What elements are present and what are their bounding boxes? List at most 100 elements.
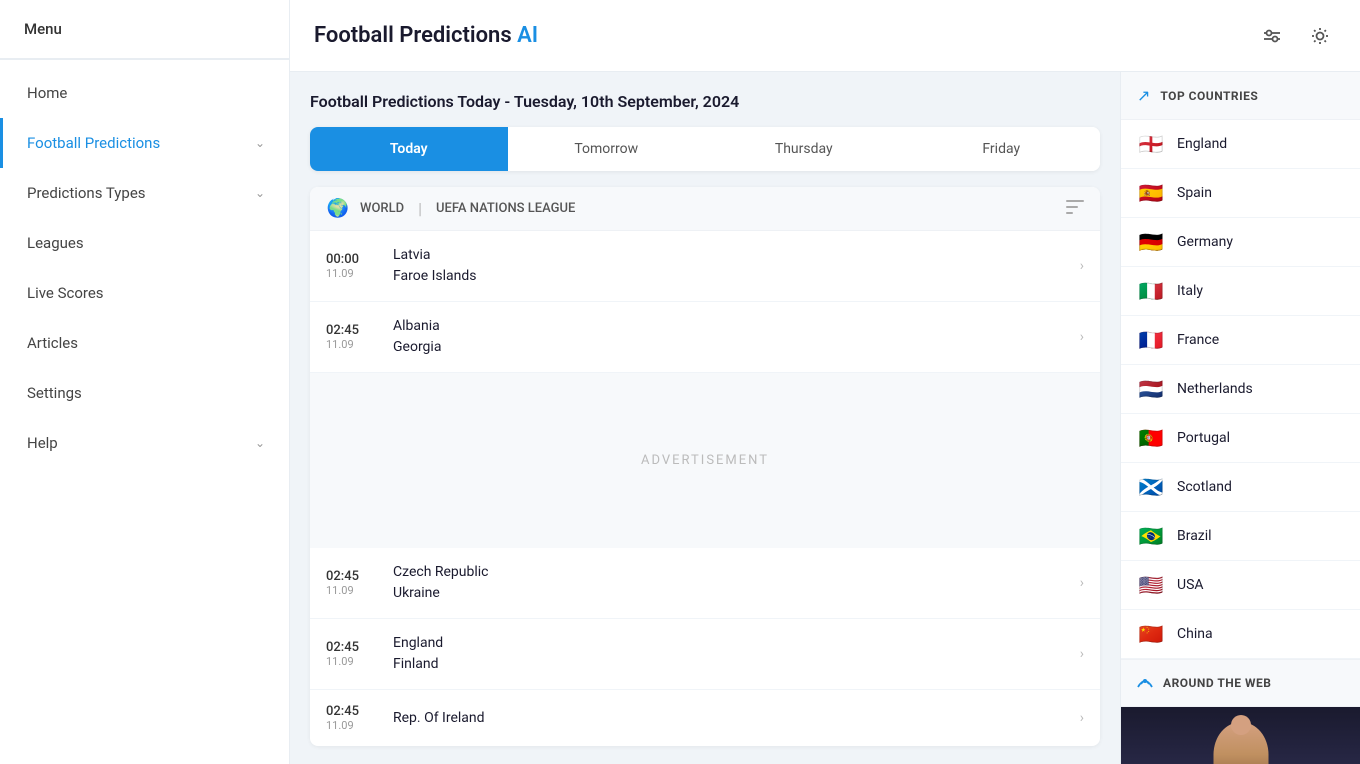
match-teams: Czech Republic Ukraine bbox=[381, 562, 1080, 604]
match-row[interactable]: 00:00 11.09 Latvia Faroe Islands › bbox=[310, 231, 1100, 302]
league-header: 🌍 WORLD | UEFA NATIONS LEAGUE bbox=[310, 187, 1100, 231]
match-time: 02:45 11.09 bbox=[326, 704, 381, 732]
tab-today[interactable]: Today bbox=[310, 127, 508, 171]
match-row[interactable]: 02:45 11.09 Albania Georgia › bbox=[310, 302, 1100, 373]
app-title-text: Football Predictions bbox=[314, 23, 512, 48]
country-item-netherlands[interactable]: 🇳🇱 Netherlands bbox=[1121, 365, 1360, 414]
brazil-name: Brazil bbox=[1177, 528, 1212, 544]
filter-lines-icon bbox=[1066, 199, 1084, 218]
country-item-france[interactable]: 🇫🇷 France bbox=[1121, 316, 1360, 365]
team1-name: England bbox=[393, 633, 1068, 654]
app-title: Football Predictions AI bbox=[314, 23, 538, 48]
league-flag: 🌍 bbox=[326, 201, 350, 217]
country-list: 🏴󠁧󠁢󠁥󠁮󠁧󠁿 England 🇪🇸 Spain 🇩🇪 Germany 🇮🇹 I… bbox=[1121, 120, 1360, 659]
spain-name: Spain bbox=[1177, 185, 1212, 201]
main-content: Football Predictions AI bbox=[290, 0, 1360, 764]
predictions-types-chevron: ⌄ bbox=[255, 186, 265, 200]
day-tabs: Today Tomorrow Thursday Friday bbox=[310, 127, 1100, 171]
country-item-england[interactable]: 🏴󠁧󠁢󠁥󠁮󠁧󠁿 England bbox=[1121, 120, 1360, 169]
filter-icon[interactable] bbox=[1256, 20, 1288, 52]
match-date: 11.09 bbox=[326, 338, 381, 351]
country-item-germany[interactable]: 🇩🇪 Germany bbox=[1121, 218, 1360, 267]
football-predictions-label: Football Predictions bbox=[27, 134, 160, 152]
menu-header: Menu bbox=[0, 0, 289, 59]
italy-name: Italy bbox=[1177, 283, 1203, 299]
italy-flag: 🇮🇹 bbox=[1137, 279, 1165, 303]
match-teams: England Finland bbox=[381, 633, 1080, 675]
match-row[interactable]: 02:45 11.09 England Finland › bbox=[310, 619, 1100, 690]
france-name: France bbox=[1177, 332, 1219, 348]
articles-label: Articles bbox=[27, 334, 78, 352]
france-flag: 🇫🇷 bbox=[1137, 328, 1165, 352]
around-web-title: AROUND THE WEB bbox=[1163, 676, 1271, 690]
leagues-label: Leagues bbox=[27, 234, 84, 252]
country-item-portugal[interactable]: 🇵🇹 Portugal bbox=[1121, 414, 1360, 463]
match-arrow-icon: › bbox=[1080, 575, 1084, 591]
match-date: 11.09 bbox=[326, 584, 381, 597]
predictions-types-label: Predictions Types bbox=[27, 184, 146, 202]
sidebar: Menu Home Football Predictions ⌄ Predict… bbox=[0, 0, 290, 764]
league-competition: UEFA NATIONS LEAGUE bbox=[436, 201, 575, 216]
match-arrow-icon: › bbox=[1080, 710, 1084, 726]
sidebar-item-football-predictions[interactable]: Football Predictions ⌄ bbox=[0, 118, 289, 168]
portugal-flag: 🇵🇹 bbox=[1137, 426, 1165, 450]
tab-friday[interactable]: Friday bbox=[903, 127, 1101, 171]
match-row[interactable]: 02:45 11.09 Czech Republic Ukraine › bbox=[310, 548, 1100, 619]
league-section: 🌍 WORLD | UEFA NATIONS LEAGUE bbox=[310, 187, 1100, 746]
tab-tomorrow[interactable]: Tomorrow bbox=[508, 127, 706, 171]
football-predictions-chevron: ⌄ bbox=[255, 136, 265, 150]
germany-name: Germany bbox=[1177, 234, 1233, 250]
match-time-top: 02:45 bbox=[326, 640, 381, 655]
league-divider: | bbox=[418, 199, 422, 218]
sidebar-item-home[interactable]: Home bbox=[0, 68, 289, 118]
topbar-actions bbox=[1256, 20, 1336, 52]
china-name: China bbox=[1177, 626, 1213, 642]
country-item-italy[interactable]: 🇮🇹 Italy bbox=[1121, 267, 1360, 316]
sidebar-item-settings[interactable]: Settings bbox=[0, 368, 289, 418]
team1-name: Rep. Of Ireland bbox=[393, 708, 1068, 729]
team1-name: Latvia bbox=[393, 245, 1068, 266]
advertisement-section: ADVERTISEMENT bbox=[310, 373, 1100, 548]
portugal-name: Portugal bbox=[1177, 430, 1230, 446]
match-time-top: 02:45 bbox=[326, 323, 381, 338]
match-time: 00:00 11.09 bbox=[326, 252, 381, 280]
team2-name: Faroe Islands bbox=[393, 266, 1068, 287]
germany-flag: 🇩🇪 bbox=[1137, 230, 1165, 254]
sidebar-item-articles[interactable]: Articles bbox=[0, 318, 289, 368]
arrow-up-right-icon: ↗ bbox=[1137, 86, 1150, 105]
match-arrow-icon: › bbox=[1080, 258, 1084, 274]
signal-icon bbox=[1137, 674, 1153, 692]
country-item-brazil[interactable]: 🇧🇷 Brazil bbox=[1121, 512, 1360, 561]
home-label: Home bbox=[27, 84, 67, 102]
sun-icon[interactable] bbox=[1304, 20, 1336, 52]
sidebar-item-help[interactable]: Help ⌄ bbox=[0, 418, 289, 468]
country-item-usa[interactable]: 🇺🇸 USA bbox=[1121, 561, 1360, 610]
team1-name: Czech Republic bbox=[393, 562, 1068, 583]
country-item-scotland[interactable]: 🏴󠁧󠁢󠁳󠁣󠁴󠁿 Scotland bbox=[1121, 463, 1360, 512]
sidebar-item-predictions-types[interactable]: Predictions Types ⌄ bbox=[0, 168, 289, 218]
scotland-flag: 🏴󠁧󠁢󠁳󠁣󠁴󠁿 bbox=[1137, 475, 1165, 499]
match-row[interactable]: 02:45 11.09 Rep. Of Ireland › bbox=[310, 690, 1100, 746]
content-area: Football Predictions Today - Tuesday, 10… bbox=[290, 72, 1360, 764]
match-teams: Albania Georgia bbox=[381, 316, 1080, 358]
match-time: 02:45 11.09 bbox=[326, 569, 381, 597]
netherlands-name: Netherlands bbox=[1177, 381, 1253, 397]
scotland-name: Scotland bbox=[1177, 479, 1232, 495]
china-flag: 🇨🇳 bbox=[1137, 622, 1165, 646]
sidebar-item-live-scores[interactable]: Live Scores bbox=[0, 268, 289, 318]
league-region: WORLD bbox=[360, 201, 404, 216]
match-date: 11.09 bbox=[326, 655, 381, 668]
around-web-preview bbox=[1121, 707, 1360, 764]
match-arrow-icon: › bbox=[1080, 329, 1084, 345]
country-item-spain[interactable]: 🇪🇸 Spain bbox=[1121, 169, 1360, 218]
match-time-top: 00:00 bbox=[326, 252, 381, 267]
match-arrow-icon: › bbox=[1080, 646, 1084, 662]
country-item-china[interactable]: 🇨🇳 China bbox=[1121, 610, 1360, 659]
match-date: 11.09 bbox=[326, 267, 381, 280]
sidebar-item-leagues[interactable]: Leagues bbox=[0, 218, 289, 268]
usa-flag: 🇺🇸 bbox=[1137, 573, 1165, 597]
tab-thursday[interactable]: Thursday bbox=[705, 127, 903, 171]
brazil-flag: 🇧🇷 bbox=[1137, 524, 1165, 548]
team2-name: Finland bbox=[393, 654, 1068, 675]
usa-name: USA bbox=[1177, 577, 1204, 593]
